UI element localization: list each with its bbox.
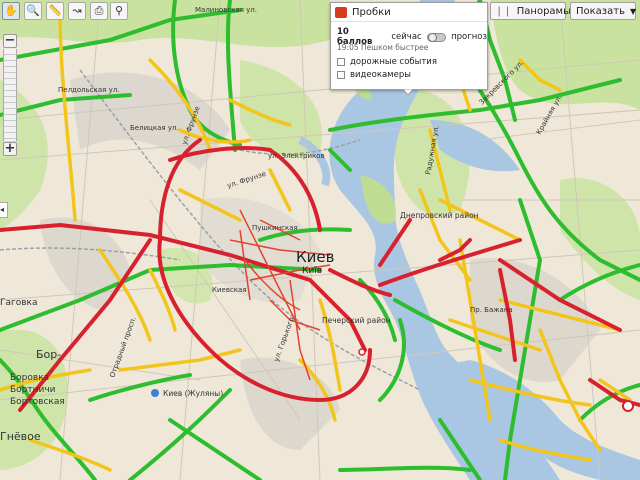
link-tool-icon[interactable]: ⚲ <box>110 2 128 20</box>
panel-pointer-icon <box>403 89 413 95</box>
map-label: Днепровский район <box>400 211 479 220</box>
city-label-ua: Київ <box>302 266 322 276</box>
traffic-status: 19:05 Пешком быстрее <box>337 43 429 52</box>
cameras-checkbox[interactable]: видеокамеры <box>337 70 411 80</box>
zoom-slider[interactable] <box>3 49 17 141</box>
map-label: Бортничи <box>10 385 56 395</box>
road-events-checkbox[interactable]: дорожные события <box>337 57 437 67</box>
traffic-panel: Пробки 10 баллов сейчас прогноз 19:05 Пе… <box>330 2 488 90</box>
show-button[interactable]: Показать ▼ <box>570 2 636 20</box>
magnifier-tool-icon[interactable]: 🔍 <box>24 2 42 20</box>
map-label: Печерский район <box>322 316 391 325</box>
map-label: Киевская <box>212 286 247 294</box>
map-label: Гнёвое <box>0 430 41 443</box>
map-label: Пр. Бажана <box>470 306 513 314</box>
road-events-label: дорожные события <box>350 57 437 67</box>
map-label: Пушкинская <box>252 224 298 232</box>
checkbox-box[interactable] <box>337 58 345 66</box>
panoramas-button[interactable]: ❘❘ Панорамы <box>490 2 571 20</box>
hand-tool-icon[interactable]: ✋ <box>2 2 20 20</box>
checkbox-box[interactable] <box>337 71 345 79</box>
cameras-label: видеокамеры <box>350 70 411 80</box>
map-label: Белицкая ул. <box>130 124 179 132</box>
side-panel-toggle[interactable]: ◂ <box>0 202 8 218</box>
forecast-label[interactable]: прогноз <box>451 32 487 42</box>
city-map[interactable]: Киев Київ ул. Фрунзе ул. Электриков Бели… <box>0 0 640 480</box>
map-label: Бортовская <box>10 397 65 407</box>
panoramas-label: Панорамы <box>516 5 571 17</box>
chevron-down-icon: ▼ <box>629 6 637 16</box>
now-label[interactable]: сейчас <box>391 32 421 42</box>
route-tool-icon[interactable]: ↝ <box>68 2 86 20</box>
map-label: ул. Электриков <box>268 152 325 160</box>
zoom-control: − + <box>3 34 17 156</box>
now-forecast-toggle[interactable] <box>426 32 447 42</box>
panorama-icon: ❘❘ <box>495 5 512 17</box>
ruler-tool-icon[interactable]: 📏 <box>46 2 64 20</box>
traffic-title[interactable]: Пробки <box>352 7 391 18</box>
print-tool-icon[interactable]: ⎙ <box>90 2 108 20</box>
map-label: Пелдольская ул. <box>58 86 119 94</box>
map-label: Боровка <box>10 373 49 383</box>
zoom-out-button[interactable]: − <box>3 34 17 48</box>
show-label: Показать <box>576 5 625 17</box>
map-label: Малиновская ул. <box>195 6 257 14</box>
map-label: Гаговка <box>0 298 38 308</box>
city-label: Киев <box>296 248 334 266</box>
zoom-in-button[interactable]: + <box>3 142 17 156</box>
map-label: Киев (Жуляны) <box>163 389 223 398</box>
map-label: Бор- <box>36 348 61 361</box>
traffic-light-icon <box>335 6 347 18</box>
